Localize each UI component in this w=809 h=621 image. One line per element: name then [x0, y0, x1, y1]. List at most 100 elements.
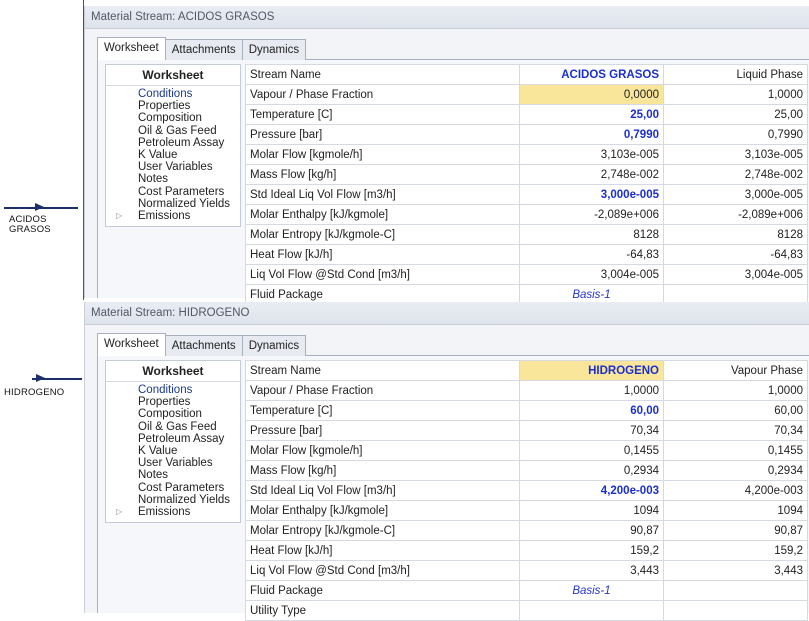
- stream-value-cell[interactable]: -64,83: [519, 244, 664, 265]
- worksheet-nav: Worksheet Conditions Properties Compositio…: [105, 360, 241, 524]
- table-row: Stream Name ACIDOS GRASOS Liquid Phase: [245, 64, 808, 85]
- nav-item[interactable]: Composition: [106, 112, 240, 124]
- stream-value-cell[interactable]: 1,0000: [519, 380, 664, 401]
- expand-icon[interactable]: ▷: [116, 506, 122, 518]
- phase-value-cell: -64,83: [663, 244, 808, 265]
- stream-value-cell[interactable]: HIDROGENO: [519, 360, 664, 381]
- tab-worksheet[interactable]: Worksheet: [97, 333, 166, 356]
- stream-value-cell[interactable]: 70,34: [519, 420, 664, 441]
- stream-value-cell[interactable]: 3,443: [519, 560, 664, 581]
- nav-item[interactable]: Oil & Gas Feed: [106, 421, 240, 433]
- nav-item[interactable]: Cost Parameters: [106, 482, 240, 494]
- phase-value-cell: 0,2934: [663, 460, 808, 481]
- stream-value-cell[interactable]: 25,00: [519, 104, 664, 125]
- table-row: Stream Name HIDROGENO Vapour Phase: [245, 360, 808, 381]
- stream-value-cell[interactable]: 0,0000: [519, 84, 664, 105]
- nav-item-label: Normalized Yields: [138, 493, 231, 506]
- stream-value-cell[interactable]: [519, 600, 664, 621]
- stream-value-cell[interactable]: 0,1455: [519, 440, 664, 461]
- stream-value-cell[interactable]: 4,200e-003: [519, 480, 664, 501]
- nav-item[interactable]: Normalized Yields: [106, 198, 240, 210]
- stream-value-cell[interactable]: 2,748e-002: [519, 164, 664, 185]
- stream-value-cell[interactable]: 0,2934: [519, 460, 664, 481]
- stream-value-cell[interactable]: 3,000e-005: [519, 184, 664, 205]
- phase-value-cell: 2,748e-002: [663, 164, 808, 185]
- window-title: Material Stream: HIDROGENO: [85, 302, 809, 325]
- tab-bar: Worksheet Attachments Dynamics: [97, 333, 307, 356]
- nav-item[interactable]: Cost Parameters: [106, 186, 240, 198]
- row-label: Liq Vol Flow @Std Cond [m3/h]: [245, 264, 520, 285]
- row-label: Pressure [bar]: [245, 124, 520, 145]
- nav-item[interactable]: Notes: [106, 173, 240, 185]
- stream-value-cell[interactable]: Basis-1: [519, 580, 664, 601]
- phase-value-cell: 4,200e-003: [663, 480, 808, 501]
- stream-value-cell[interactable]: 60,00: [519, 400, 664, 421]
- phase-value-cell: 70,34: [663, 420, 808, 441]
- nav-item[interactable]: User Variables: [106, 457, 240, 469]
- row-label: Molar Flow [kgmole/h]: [245, 144, 520, 165]
- acidos-stream-arrow-icon[interactable]: [35, 203, 44, 211]
- nav-item[interactable]: K Value: [106, 149, 240, 161]
- nav-item-label: User Variables: [138, 161, 213, 174]
- stream-value-cell[interactable]: -2,089e+006: [519, 204, 664, 225]
- stream-value-cell[interactable]: 3,004e-005: [519, 264, 664, 285]
- phase-value-cell: 1,0000: [663, 84, 808, 105]
- table-row: Heat Flow [kJ/h] -64,83 -64,83: [245, 244, 808, 265]
- row-label: Temperature [C]: [245, 400, 520, 421]
- hidrogeno-stream-arrow-icon[interactable]: [36, 374, 45, 382]
- nav-item-label: Normalized Yields: [138, 197, 231, 210]
- tab-dynamics[interactable]: Dynamics: [241, 335, 307, 356]
- nav-item[interactable]: ▷ Emissions: [106, 506, 240, 518]
- hidrogeno-stream-label[interactable]: HIDROGENO: [4, 388, 64, 398]
- tab-attachments[interactable]: Attachments: [164, 335, 243, 356]
- window-title: Material Stream: ACIDOS GRASOS: [85, 6, 809, 29]
- nav-item[interactable]: Properties: [106, 100, 240, 112]
- row-label: Fluid Package: [245, 580, 520, 601]
- tab-worksheet[interactable]: Worksheet: [97, 37, 166, 60]
- stream-value-cell[interactable]: 8128: [519, 224, 664, 245]
- stream-value-cell[interactable]: 3,103e-005: [519, 144, 664, 165]
- nav-item[interactable]: Conditions: [106, 88, 240, 100]
- nav-item[interactable]: Petroleum Assay: [106, 433, 240, 445]
- stream-value-cell[interactable]: 0,7990: [519, 124, 664, 145]
- nav-item[interactable]: User Variables: [106, 161, 240, 173]
- table-row: Molar Entropy [kJ/kgmole-C] 90,87 90,87: [245, 520, 808, 541]
- row-label: Mass Flow [kg/h]: [245, 460, 520, 481]
- nav-item[interactable]: ▷ Emissions: [106, 210, 240, 222]
- nav-item[interactable]: Petroleum Assay: [106, 137, 240, 149]
- nav-item[interactable]: Notes: [106, 469, 240, 481]
- nav-item-label: User Variables: [138, 457, 213, 470]
- nav-item-label: K Value: [138, 445, 178, 458]
- nav-item[interactable]: Oil & Gas Feed: [106, 125, 240, 137]
- stream-value-cell[interactable]: 159,2: [519, 540, 664, 561]
- phase-value-cell: 60,00: [663, 400, 808, 421]
- table-row: Mass Flow [kg/h] 2,748e-002 2,748e-002: [245, 164, 808, 185]
- nav-list: Conditions Properties Composition Oil & Gas…: [106, 86, 240, 226]
- nav-item-label: Properties: [138, 396, 191, 409]
- row-label: Vapour / Phase Fraction: [245, 84, 520, 105]
- phase-value-cell: 3,443: [663, 560, 808, 581]
- nav-item[interactable]: Composition: [106, 408, 240, 420]
- stream-value-cell[interactable]: 1094: [519, 500, 664, 521]
- nav-item[interactable]: Normalized Yields: [106, 494, 240, 506]
- nav-item-label: Petroleum Assay: [138, 136, 225, 149]
- nav-item-label: Cost Parameters: [138, 185, 225, 198]
- acidos-stream-label[interactable]: ACIDOS GRASOS: [9, 215, 51, 235]
- tab-dynamics[interactable]: Dynamics: [241, 39, 307, 60]
- stream-value-cell[interactable]: 90,87: [519, 520, 664, 541]
- table-row: Molar Enthalpy [kJ/kgmole] -2,089e+006 -2,…: [245, 204, 808, 225]
- nav-item[interactable]: Properties: [106, 396, 240, 408]
- nav-item-label: Composition: [138, 408, 202, 421]
- phase-value-cell: 3,004e-005: [663, 264, 808, 285]
- stream-value-cell[interactable]: ACIDOS GRASOS: [519, 64, 664, 85]
- nav-item[interactable]: K Value: [106, 445, 240, 457]
- nav-list: Conditions Properties Composition Oil & Gas…: [106, 382, 240, 522]
- tab-attachments[interactable]: Attachments: [164, 39, 243, 60]
- row-label: Temperature [C]: [245, 104, 520, 125]
- row-label: Heat Flow [kJ/h]: [245, 540, 520, 561]
- row-label: Liq Vol Flow @Std Cond [m3/h]: [245, 560, 520, 581]
- table-row: Liq Vol Flow @Std Cond [m3/h] 3,004e-005 3…: [245, 264, 808, 285]
- expand-icon[interactable]: ▷: [116, 210, 122, 222]
- row-label: Mass Flow [kg/h]: [245, 164, 520, 185]
- nav-item[interactable]: Conditions: [106, 384, 240, 396]
